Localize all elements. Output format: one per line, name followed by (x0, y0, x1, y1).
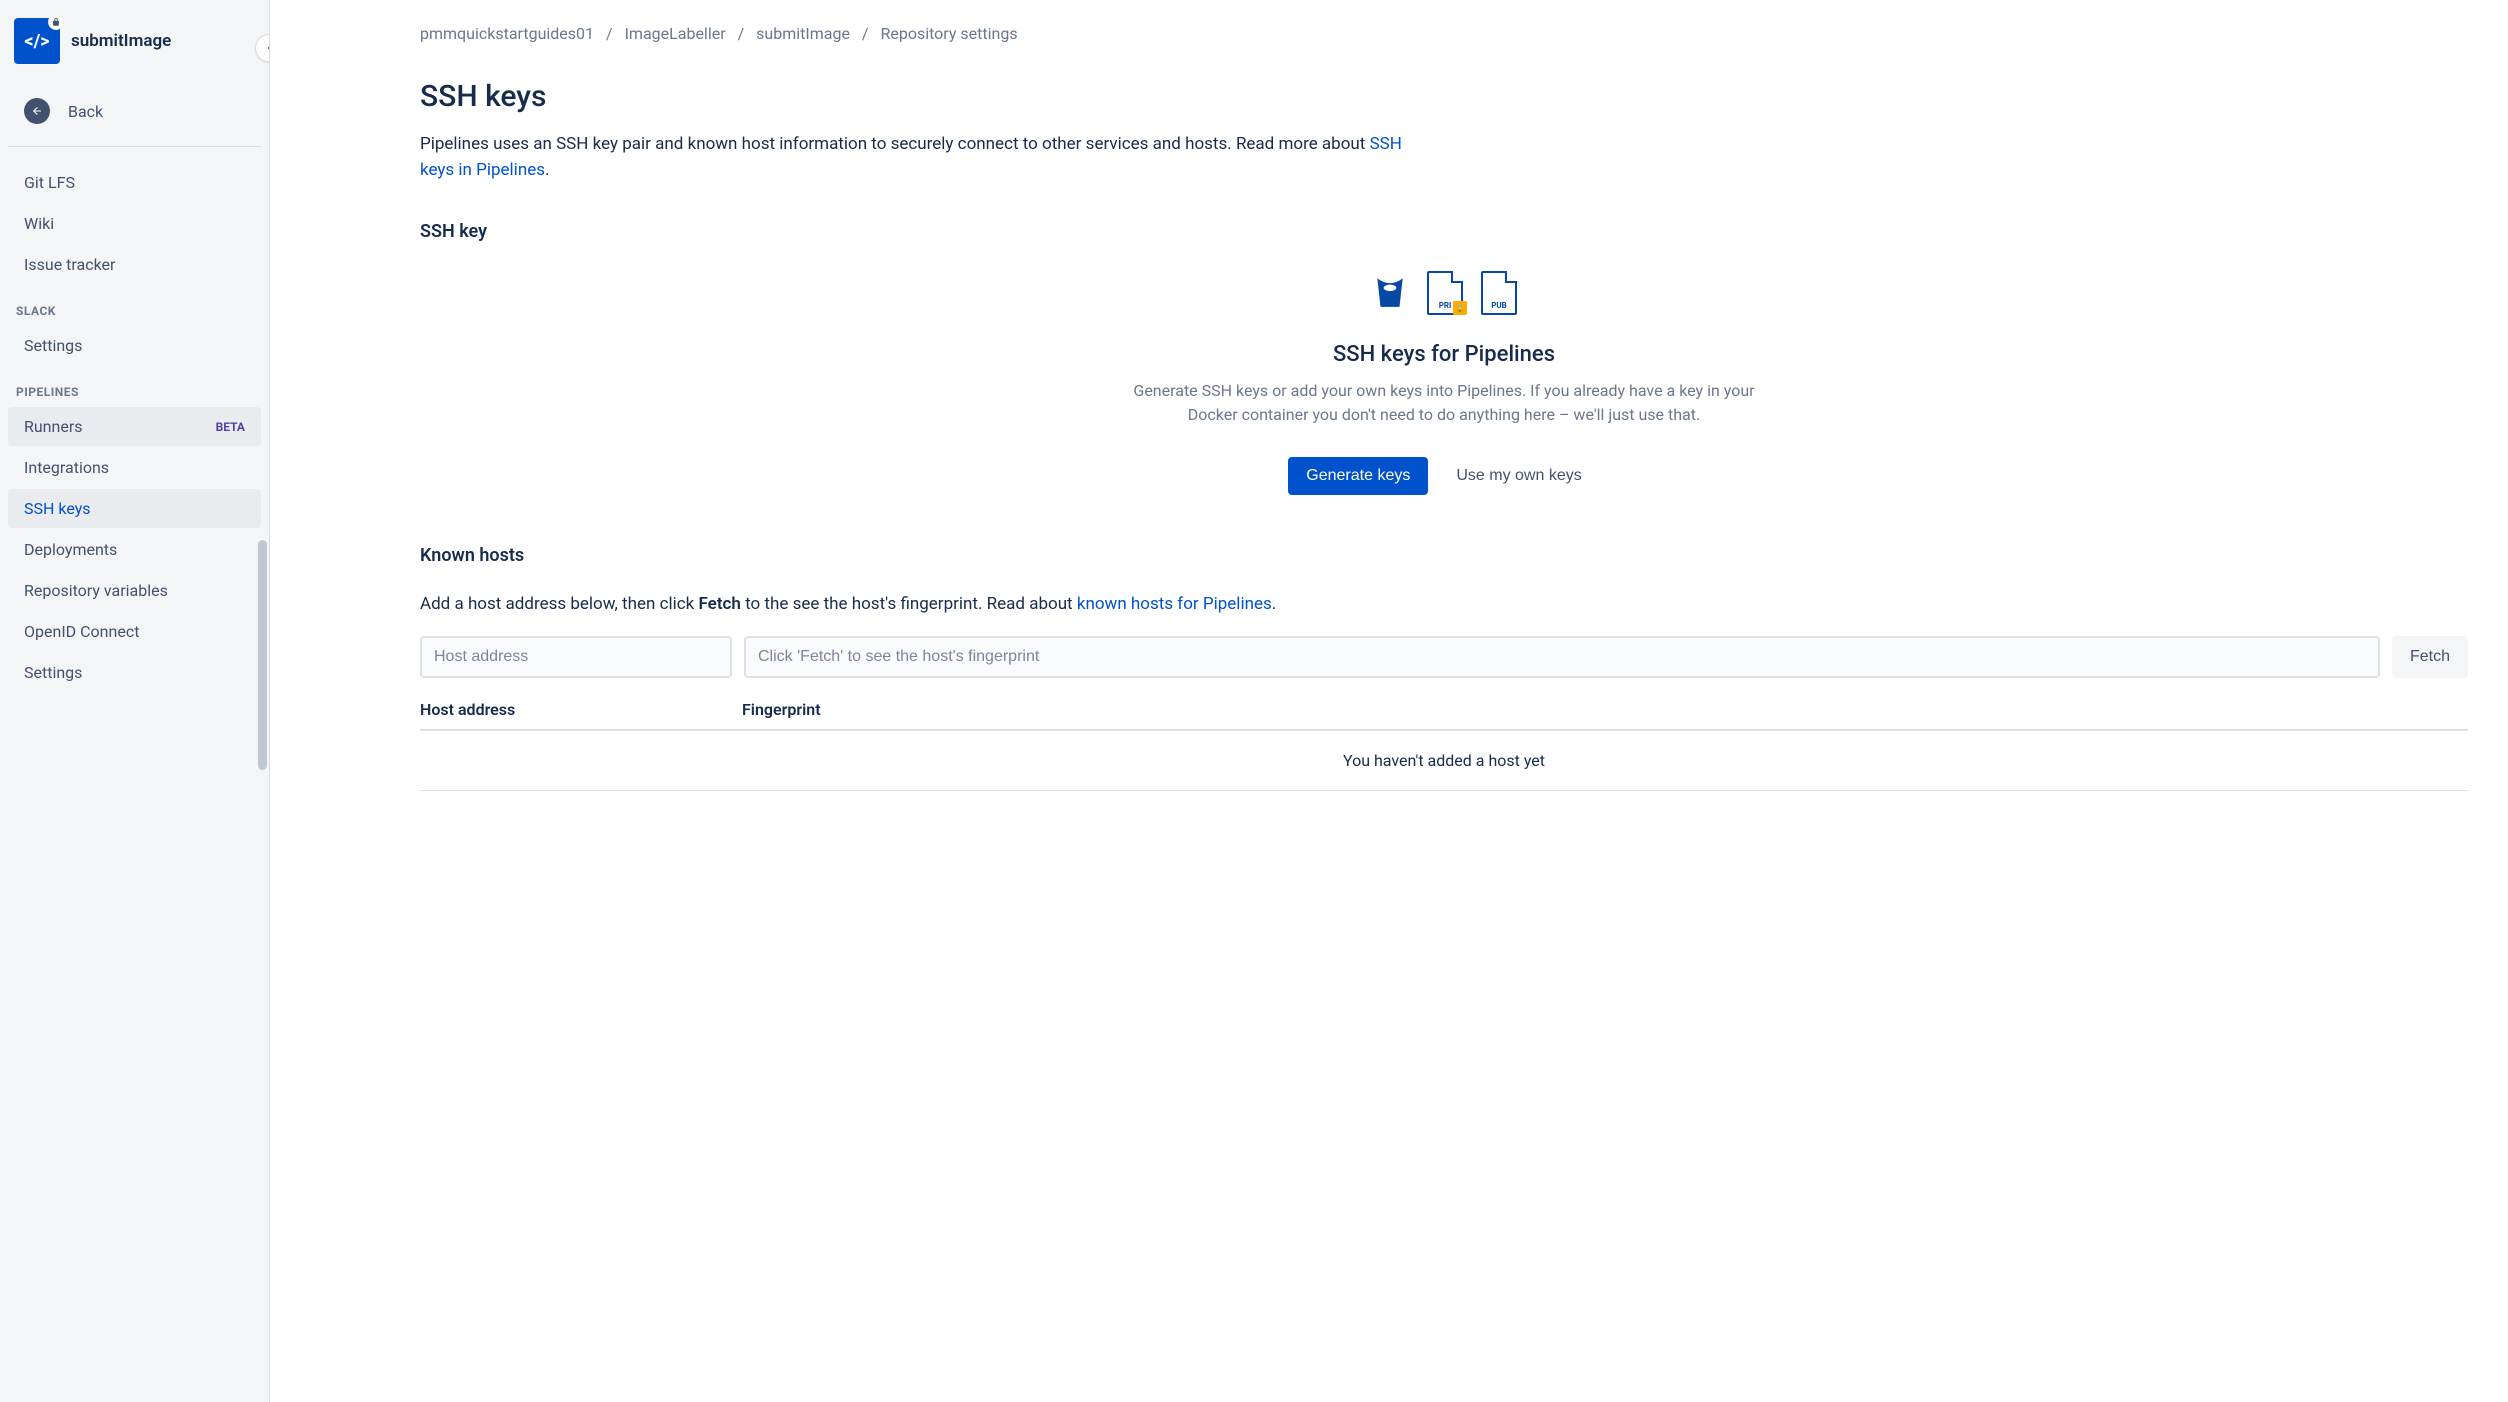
hero-description: Generate SSH keys or add your own keys i… (1124, 379, 1764, 427)
sidebar-item-label: Git LFS (24, 173, 75, 192)
generate-keys-button[interactable]: Generate keys (1288, 457, 1428, 495)
divider (8, 146, 261, 147)
bucket-icon (1371, 270, 1409, 316)
sidebar-item-runners[interactable]: Runners BETA (8, 407, 261, 446)
sidebar-item-openid-connect[interactable]: OpenID Connect (8, 612, 261, 651)
sidebar-item-label: Runners (24, 417, 83, 436)
chevron-left-icon (263, 42, 270, 54)
lock-icon: 🔒 (1453, 301, 1467, 315)
sidebar-item-label: Deployments (24, 540, 117, 559)
intro-text: Pipelines uses an SSH key pair and known… (420, 132, 1420, 183)
repo-icon: </> (14, 18, 60, 64)
lock-icon (48, 14, 64, 30)
sidebar-heading-slack: SLACK (0, 286, 269, 326)
known-hosts-title: Known hosts (420, 545, 2468, 566)
sidebar-item-label: Integrations (24, 458, 109, 477)
sidebar-section-pipelines: Runners BETA Integrations SSH keys Deploymen… (0, 407, 269, 692)
sidebar-section-slack: Settings (0, 326, 269, 365)
hero-title: SSH keys for Pipelines (1124, 342, 1764, 367)
use-own-keys-button[interactable]: Use my own keys (1438, 457, 1599, 495)
sidebar-item-repository-variables[interactable]: Repository variables (8, 571, 261, 610)
sidebar-header: </> submitImage (0, 18, 269, 88)
sidebar-item-label: Settings (24, 663, 82, 682)
page-title: SSH keys (420, 79, 2468, 114)
sidebar-item-settings[interactable]: Settings (8, 653, 261, 692)
host-form: Fetch (420, 636, 2468, 678)
empty-hosts-message: You haven't added a host yet (420, 731, 2468, 791)
known-hosts-description: Add a host address below, then click Fet… (420, 594, 2468, 614)
sidebar-item-label: Repository variables (24, 581, 168, 600)
sidebar-item-ssh-keys[interactable]: SSH keys (8, 489, 261, 528)
column-host-address: Host address (420, 700, 742, 719)
public-key-icon: PUB (1481, 271, 1517, 315)
private-key-icon: PRI 🔒 (1427, 271, 1463, 315)
ssh-key-section-title: SSH key (420, 221, 2468, 242)
beta-badge: BETA (216, 420, 245, 434)
main-content: pmmquickstartguides01 / ImageLabeller / … (270, 0, 2508, 1402)
sidebar-item-label: OpenID Connect (24, 622, 139, 641)
breadcrumb-workspace[interactable]: pmmquickstartguides01 (420, 24, 594, 43)
hero-actions: Generate keys Use my own keys (1124, 457, 1764, 495)
sidebar-item-label: SSH keys (24, 499, 91, 518)
sidebar: </> submitImage Back Git LFS Wiki Issue tr… (0, 0, 270, 1402)
sidebar-item-issue-tracker[interactable]: Issue tracker (8, 245, 261, 284)
sidebar-item-integrations[interactable]: Integrations (8, 448, 261, 487)
back-button[interactable]: Back (0, 88, 269, 146)
sidebar-item-label: Settings (24, 336, 82, 355)
breadcrumb-project[interactable]: ImageLabeller (625, 24, 726, 43)
sidebar-item-wiki[interactable]: Wiki (8, 204, 261, 243)
sidebar-item-git-lfs[interactable]: Git LFS (8, 163, 261, 202)
ssh-hero: PRI 🔒 PUB SSH keys for Pipelines Generat… (1124, 270, 1764, 495)
back-label: Back (68, 102, 103, 121)
sidebar-heading-pipelines: PIPELINES (0, 367, 269, 407)
scrollbar[interactable] (258, 540, 267, 770)
repo-name: submitImage (71, 31, 171, 51)
breadcrumb-section[interactable]: Repository settings (880, 24, 1017, 43)
fetch-button[interactable]: Fetch (2392, 636, 2468, 678)
sidebar-section-general: Git LFS Wiki Issue tracker (0, 163, 269, 284)
fingerprint-input[interactable] (744, 636, 2380, 678)
host-table-header: Host address Fingerprint (420, 700, 2468, 731)
ssh-hero-icons: PRI 🔒 PUB (1124, 270, 1764, 316)
column-fingerprint: Fingerprint (742, 700, 2468, 719)
host-address-input[interactable] (420, 636, 732, 678)
back-arrow-icon (24, 98, 50, 124)
breadcrumb-repo[interactable]: submitImage (756, 24, 850, 43)
sidebar-item-label: Wiki (24, 214, 54, 233)
known-hosts-docs-link[interactable]: known hosts for Pipelines (1077, 594, 1272, 614)
code-icon: </> (24, 31, 49, 52)
breadcrumb: pmmquickstartguides01 / ImageLabeller / … (420, 24, 2468, 43)
sidebar-item-label: Issue tracker (24, 255, 115, 274)
sidebar-item-settings[interactable]: Settings (8, 326, 261, 365)
sidebar-item-deployments[interactable]: Deployments (8, 530, 261, 569)
